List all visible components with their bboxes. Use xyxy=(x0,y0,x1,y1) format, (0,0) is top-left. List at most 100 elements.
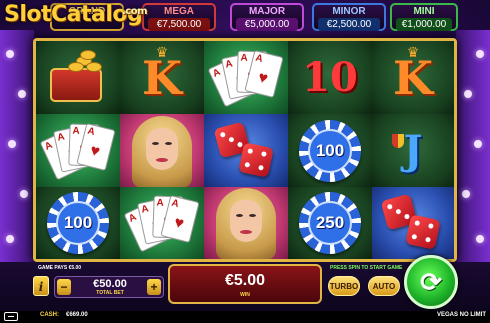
reel-cell-bag xyxy=(36,41,120,114)
turbo-button[interactable]: TURBO xyxy=(328,276,360,296)
die-pip xyxy=(244,161,251,168)
win-label: WIN xyxy=(240,292,250,298)
red-case xyxy=(50,67,102,102)
ten-symbol: 10 xyxy=(302,53,358,101)
right-stage-light xyxy=(456,30,490,270)
eye xyxy=(165,141,172,145)
light-bulb xyxy=(8,140,16,148)
face xyxy=(146,127,178,170)
die-pip xyxy=(414,220,421,227)
eye xyxy=(236,214,243,217)
eye xyxy=(249,214,256,217)
face xyxy=(230,200,262,242)
reel-cell-cards: A♥ A♥ A♥ A♥ xyxy=(120,187,204,259)
blonde-woman-symbol xyxy=(214,188,278,259)
reel-cell-chip: 100 xyxy=(288,114,372,187)
card-rank: A xyxy=(254,52,264,65)
jackpot-major: MAJOR €5,000.00 xyxy=(230,3,304,31)
reel-cell-k: ♛ K xyxy=(120,41,204,114)
card-rank: A xyxy=(170,197,180,211)
lips xyxy=(240,230,252,234)
total-bet-label: TOTAL BET xyxy=(96,290,124,296)
game-screen: GRAND MEGA €7,500.00 MAJOR €5,000.00 MIN… xyxy=(0,0,490,323)
die-pip xyxy=(427,223,434,229)
increase-bet-button[interactable]: + xyxy=(147,279,161,295)
shield-icon xyxy=(392,134,404,148)
king-symbol: K xyxy=(142,50,182,105)
king-symbol: K xyxy=(393,50,433,105)
casino-chip-symbol: 100 xyxy=(47,192,109,254)
watermark-suffix: .com xyxy=(122,6,148,17)
light-bulb xyxy=(464,90,472,98)
heart-suit-icon: ♥ xyxy=(88,141,102,161)
die-pip xyxy=(411,233,418,240)
reel-cell-chip: 250 xyxy=(288,187,372,259)
card-rank: A xyxy=(140,203,150,216)
jack-symbol: J xyxy=(403,126,423,174)
card-rank: A xyxy=(72,125,80,137)
light-bulb xyxy=(18,90,26,98)
win-display: €5.00 WIN xyxy=(168,264,322,304)
light-bulb xyxy=(476,50,484,58)
crown-icon: ♛ xyxy=(406,44,420,60)
light-bulb xyxy=(20,190,28,198)
heart-suit-icon: ♥ xyxy=(172,213,186,233)
casino-chip-symbol: 250 xyxy=(299,192,361,254)
heart-suit-icon: ♥ xyxy=(256,68,270,88)
jackpot-mega-value: €7,500.00 xyxy=(148,18,210,31)
die-pip xyxy=(236,141,244,148)
die-pip xyxy=(228,136,235,143)
reel-cell-j: J xyxy=(372,114,454,187)
coin-stack xyxy=(68,61,84,72)
die-pip xyxy=(219,131,226,138)
card-rank: A xyxy=(224,57,234,71)
total-bet-value: €50.00 xyxy=(93,278,127,290)
reel-cell-dice xyxy=(372,187,454,259)
reel-cell-woman xyxy=(120,114,204,187)
card-rank: A xyxy=(43,139,55,153)
autoplay-button[interactable]: AUTO xyxy=(368,276,400,296)
win-amount: €5.00 xyxy=(224,272,266,289)
info-icon: i xyxy=(38,280,44,294)
casino-chip-symbol: 100 xyxy=(299,119,361,182)
info-button[interactable]: i xyxy=(33,276,49,296)
jackpot-mini: MINI €1,000.00 xyxy=(390,3,458,31)
card-rank: A xyxy=(156,197,164,209)
jackpot-minor: MINOR €2,500.00 xyxy=(312,3,386,31)
reel-cell-cards: A♥ A♥ A♥ A♥ xyxy=(36,114,120,187)
light-bulb xyxy=(462,190,470,198)
reel-cell-cards: A♥ A♥ A♥ A♥ xyxy=(204,41,288,114)
die xyxy=(238,141,274,178)
cash-label: CASH: xyxy=(40,312,59,318)
press-spin-hint: PRESS SPIN TO START GAME xyxy=(330,265,403,271)
game-title: VEGAS NO LIMIT xyxy=(436,312,486,318)
menu-icon[interactable] xyxy=(4,312,18,321)
lips xyxy=(156,157,168,162)
light-bulb xyxy=(476,235,484,243)
light-bulb xyxy=(6,50,14,58)
die xyxy=(405,214,441,250)
crown-icon: ♛ xyxy=(155,44,169,60)
left-stage-light xyxy=(0,30,34,270)
card-rank: A xyxy=(56,130,66,144)
card-rank: A xyxy=(240,52,248,64)
playing-cards-symbol: A♥ A♥ A♥ A♥ xyxy=(39,120,116,182)
playing-cards-symbol: A♥ A♥ A♥ A♥ xyxy=(207,47,284,109)
reel-cell-chip: 100 xyxy=(36,187,120,259)
die-pip xyxy=(395,208,402,215)
die-pip xyxy=(258,164,264,171)
die-pip xyxy=(403,213,411,220)
decrease-bet-button[interactable]: − xyxy=(57,279,71,295)
reel-cell-dice xyxy=(204,114,288,187)
total-bet-control: − €50.00 TOTAL BET + xyxy=(54,276,164,298)
playing-cards-symbol: A♥ A♥ A♥ A♥ xyxy=(123,192,200,254)
dice-symbol xyxy=(380,193,446,253)
card-rank: A xyxy=(211,66,223,80)
chip-value: 100 xyxy=(308,128,352,173)
jackpot-mini-label: MINI xyxy=(413,6,435,17)
coin-stack xyxy=(80,49,96,60)
spin-button[interactable]: ⟳ xyxy=(404,255,458,309)
reel-cell-woman xyxy=(204,187,288,259)
money-bag-symbol xyxy=(46,48,110,108)
watermark-logo: SlotCatalog .com xyxy=(4,2,148,27)
